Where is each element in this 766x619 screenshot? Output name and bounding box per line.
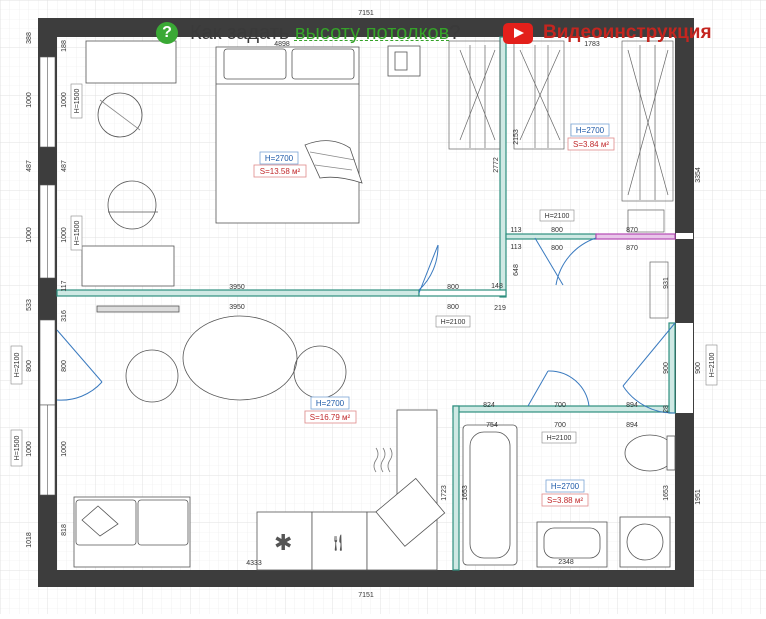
svg-text:487: 487 [61,160,68,172]
svg-text:2153: 2153 [513,129,520,145]
help-suffix: ? [449,21,461,44]
svg-text:✱: ✱ [274,530,292,555]
video-instruction-button[interactable]: Видеоинструкция [503,21,712,45]
svg-text:818: 818 [61,524,68,536]
svg-text:900: 900 [695,362,702,374]
svg-text:1000: 1000 [26,92,33,108]
ceiling-height-help-text[interactable]: Как задать высоту потолков? [190,22,460,45]
question-circle-icon[interactable]: ? [156,22,178,44]
svg-text:H=2100: H=2100 [441,319,466,326]
floor-plan-canvas[interactable]: ✱ 🍴︎ 7151 7151 4898 1783 388 1000 487 10… [0,0,766,614]
ceiling-height-link[interactable]: высоту потолков [295,22,449,44]
svg-text:4333: 4333 [246,560,262,567]
wardrobe-height: H=2700 [576,126,605,135]
bedroom-area: S=13.58 м² [260,167,301,176]
svg-text:900: 900 [663,362,670,374]
bathroom-area: S=3.88 м² [547,496,583,505]
svg-text:1000: 1000 [61,227,68,243]
svg-text:2772: 2772 [493,157,500,173]
svg-text:113: 113 [510,227,521,234]
svg-text:894: 894 [626,422,638,429]
ceiling-height-help[interactable]: ? Как задать высоту потолков? [156,20,460,46]
bedroom-height: H=2700 [265,154,294,163]
video-instruction-label[interactable]: Видеоинструкция [543,22,712,44]
svg-text:754: 754 [486,422,498,429]
svg-text:388: 388 [26,32,33,44]
svg-text:H=2100: H=2100 [545,213,570,220]
svg-text:1018: 1018 [26,532,33,548]
bathroom-height: H=2700 [551,482,580,491]
svg-text:700: 700 [554,422,566,429]
svg-text:870: 870 [626,227,638,234]
help-prefix: Как задать [190,21,295,44]
youtube-play-icon[interactable] [503,22,533,44]
svg-text:800: 800 [447,304,459,311]
svg-text:3950: 3950 [229,304,245,311]
svg-text:H=2100: H=2100 [14,353,21,378]
svg-text:3354: 3354 [695,167,702,183]
svg-text:700: 700 [554,402,566,409]
dining-table [182,315,298,401]
dim-total-bottom: 7151 [358,592,374,599]
svg-text:800: 800 [26,360,33,372]
svg-text:2348: 2348 [558,559,574,566]
svg-text:28: 28 [663,405,670,413]
svg-text:3950: 3950 [229,284,245,291]
svg-text:H=1500: H=1500 [14,436,21,461]
svg-text:1653: 1653 [663,485,670,501]
svg-text:H=2100: H=2100 [709,353,716,378]
svg-text:800: 800 [551,227,563,234]
svg-text:1653: 1653 [462,485,469,501]
svg-text:824: 824 [483,402,495,409]
svg-text:800: 800 [551,245,563,252]
living-height: H=2700 [316,399,345,408]
svg-text:117: 117 [61,280,68,291]
svg-text:1000: 1000 [61,92,68,108]
left-windows [39,56,56,496]
entrance-opening [676,323,693,413]
svg-text:931: 931 [663,277,670,289]
bedroom-dresser [81,245,175,287]
wardrobe-area: S=3.84 м² [573,140,609,149]
floor-plan: ✱ 🍴︎ 7151 7151 4898 1783 388 1000 487 10… [0,0,766,614]
svg-text:H=1500: H=1500 [74,89,81,114]
dim-total-top: 7151 [358,10,374,17]
svg-text:800: 800 [61,360,68,372]
svg-text:H=1500: H=1500 [74,221,81,246]
svg-text:148: 148 [491,283,503,290]
svg-text:219: 219 [494,305,506,312]
svg-text:H=2100: H=2100 [547,435,572,442]
svg-text:800: 800 [447,284,459,291]
svg-text:533: 533 [26,299,33,311]
svg-text:870: 870 [626,245,638,252]
svg-text:316: 316 [61,310,68,322]
svg-text:894: 894 [626,402,638,409]
svg-text:113: 113 [510,244,521,251]
svg-text:648: 648 [513,264,520,276]
svg-text:🍴︎: 🍴︎ [328,534,348,552]
svg-text:1951: 1951 [695,489,702,505]
svg-text:188: 188 [61,40,68,52]
svg-text:1723: 1723 [441,485,448,501]
svg-text:1000: 1000 [26,441,33,457]
svg-text:487: 487 [26,160,33,172]
svg-text:1000: 1000 [26,227,33,243]
living-area: S=16.79 м² [310,413,351,422]
svg-text:1000: 1000 [61,441,68,457]
bedroom-desk [85,40,177,84]
